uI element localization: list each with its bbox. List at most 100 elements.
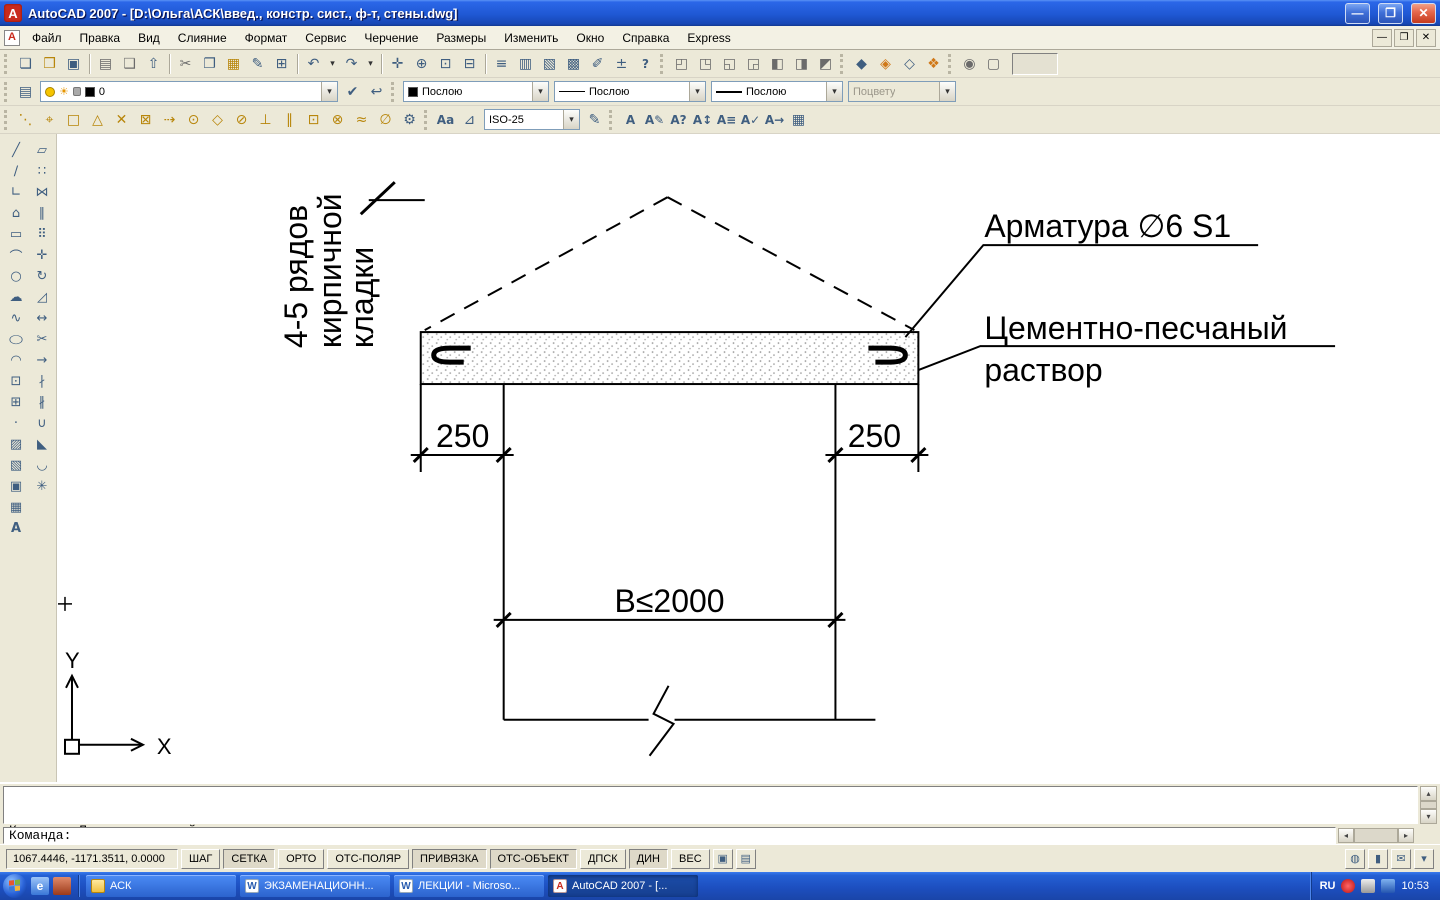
dim-left-text[interactable]: 250 xyxy=(436,418,489,454)
explode-button[interactable]: ✳ xyxy=(30,476,54,497)
start-button[interactable] xyxy=(3,874,27,898)
menu-tools[interactable]: Сервис xyxy=(297,27,354,49)
snap-tangent-button[interactable]: ⊘ xyxy=(230,108,253,131)
diamond-icon-button-1[interactable]: ◆ xyxy=(850,52,873,75)
circle-button[interactable]: ○ xyxy=(4,266,28,287)
cube-icon-button-3[interactable]: ◱ xyxy=(718,52,741,75)
quickcalc-button[interactable]: ± xyxy=(610,52,633,75)
break-symbol[interactable] xyxy=(650,686,674,756)
snap-from-button[interactable]: ⌖ xyxy=(38,108,61,131)
menu-dimension[interactable]: Размеры xyxy=(428,27,494,49)
line-button[interactable]: ╱ xyxy=(4,140,28,161)
arc-button[interactable]: ⌒ xyxy=(4,245,28,266)
snap-endpoint-button[interactable]: □ xyxy=(62,108,85,131)
model-space-button[interactable]: ▣ xyxy=(713,849,733,869)
dim-style-button[interactable]: ⊿ xyxy=(458,108,481,131)
menu-file[interactable]: Файл xyxy=(24,27,70,49)
drawing-file-icon[interactable] xyxy=(4,30,20,46)
command-input[interactable]: Команда: xyxy=(3,827,1336,844)
tool-palettes-button[interactable]: ▧ xyxy=(538,52,561,75)
extend-button[interactable]: → xyxy=(30,350,54,371)
paste-button[interactable]: ▦ xyxy=(222,52,245,75)
scroll-down-button[interactable]: ▾ xyxy=(1420,809,1437,824)
toolbar-grip[interactable] xyxy=(424,110,429,130)
scroll-right-button[interactable]: ▸ xyxy=(1398,828,1414,843)
table-button[interactable]: ▦ xyxy=(787,108,810,131)
save-button[interactable]: ▣ xyxy=(62,52,85,75)
snap-toggle[interactable]: ШАГ xyxy=(181,849,220,869)
ducs-toggle[interactable]: ДПСК xyxy=(580,849,626,869)
fillet-button[interactable]: ◡ xyxy=(30,455,54,476)
minimize-button[interactable]: — xyxy=(1345,3,1370,24)
cube-icon-button-5[interactable]: ◧ xyxy=(766,52,789,75)
find-text-button[interactable]: А? xyxy=(667,108,690,131)
command-vscrollbar[interactable]: ▴ ▾ xyxy=(1420,786,1437,824)
toolbar-grip[interactable] xyxy=(948,54,953,74)
construction-line-button[interactable]: ∕ xyxy=(4,161,28,182)
ortho-toggle[interactable]: ОРТО xyxy=(278,849,324,869)
snap-midpoint-button[interactable]: △ xyxy=(86,108,109,131)
toolbar-grip[interactable] xyxy=(4,54,9,74)
layout-button[interactable]: ▤ xyxy=(736,849,756,869)
menu-edit[interactable]: Правка xyxy=(72,27,129,49)
convert-text-button[interactable]: А→ xyxy=(763,108,786,131)
snap-apparent-intersection-button[interactable]: ⊠ xyxy=(134,108,157,131)
taskbar-item-word-2[interactable]: W ЛЕКЦИИ - Microso... xyxy=(394,875,544,897)
undo-button[interactable]: ↶ xyxy=(302,52,325,75)
dyn-toggle[interactable]: ДИН xyxy=(629,849,668,869)
toolbar-grip[interactable] xyxy=(4,110,9,130)
block-editor-button[interactable]: ⊞ xyxy=(270,52,293,75)
offset-button[interactable]: ∥ xyxy=(30,203,54,224)
make-object-layer-current-button[interactable]: ✔ xyxy=(341,80,364,103)
osnap-toggle[interactable]: ПРИВЯЗКА xyxy=(412,849,486,869)
edit-text-button[interactable]: А✎ xyxy=(643,108,666,131)
dimstyle-combo-arrow[interactable]: ▾ xyxy=(563,110,579,129)
spline-button[interactable]: ∿ xyxy=(4,308,28,329)
pan-button[interactable]: ✛ xyxy=(386,52,409,75)
layer-combo[interactable]: ☀ 0 ▾ xyxy=(40,81,338,102)
polar-toggle[interactable]: ОТС-ПОЛЯР xyxy=(327,849,409,869)
toolbar-grip[interactable] xyxy=(840,54,845,74)
status-menu-arrow-icon[interactable]: ▾ xyxy=(1414,849,1434,869)
make-block-button[interactable]: ⊞ xyxy=(4,392,28,413)
zoom-previous-button[interactable]: ⊟ xyxy=(458,52,481,75)
scrollbar-thumb[interactable] xyxy=(1420,801,1437,809)
status-tray-icon[interactable]: ✉ xyxy=(1391,849,1411,869)
open-button[interactable]: ❒ xyxy=(38,52,61,75)
snap-node-button[interactable]: ⊗ xyxy=(326,108,349,131)
rotate-button[interactable]: ↻ xyxy=(30,266,54,287)
table-create-button[interactable]: ▦ xyxy=(4,497,28,518)
toolbar-grip[interactable] xyxy=(609,110,614,130)
menu-insert[interactable]: Слияние xyxy=(170,27,235,49)
wall-lines[interactable] xyxy=(421,384,919,756)
sheet-set-manager-button[interactable]: ▩ xyxy=(562,52,585,75)
cube-icon-button-6[interactable]: ◨ xyxy=(790,52,813,75)
join-button[interactable]: ∪ xyxy=(30,413,54,434)
publish-button[interactable]: ⇧ xyxy=(142,52,165,75)
diamond-icon-button-2[interactable]: ◈ xyxy=(874,52,897,75)
menu-format[interactable]: Формат xyxy=(237,27,296,49)
revision-cloud-button[interactable]: ☁ xyxy=(4,287,28,308)
point-marker[interactable] xyxy=(58,597,72,611)
coordinate-display[interactable]: 1067.4446, -1171.3511, 0.0000 xyxy=(6,849,178,869)
hatch-button[interactable]: ▨ xyxy=(4,434,28,455)
break-at-point-button[interactable]: ∤ xyxy=(30,371,54,392)
quick-launch-icon[interactable] xyxy=(53,877,71,895)
match-properties-button[interactable]: ✎ xyxy=(246,52,269,75)
single-line-text-button[interactable]: А xyxy=(619,108,642,131)
command-hscrollbar[interactable]: ◂ ▸ xyxy=(1338,828,1414,843)
insert-block-button[interactable]: ⊡ xyxy=(4,371,28,392)
color-combo[interactable]: Послою ▾ xyxy=(403,81,549,102)
new-button[interactable]: ❏ xyxy=(14,52,37,75)
gradient-button[interactable]: ▧ xyxy=(4,455,28,476)
linetype-combo-arrow[interactable]: ▾ xyxy=(689,82,705,101)
menu-view[interactable]: Вид xyxy=(130,27,168,49)
mortar-label-line2[interactable]: раствор xyxy=(984,352,1102,388)
redo-button[interactable]: ↷ xyxy=(340,52,363,75)
camera-button-2[interactable]: ▢ xyxy=(982,52,1005,75)
array-button[interactable]: ⠿ xyxy=(30,224,54,245)
camera-button-1[interactable]: ◉ xyxy=(958,52,981,75)
mdi-minimize-button[interactable]: — xyxy=(1372,29,1392,47)
toolbar-grip[interactable] xyxy=(660,54,665,74)
cube-icon-button-4[interactable]: ◲ xyxy=(742,52,765,75)
